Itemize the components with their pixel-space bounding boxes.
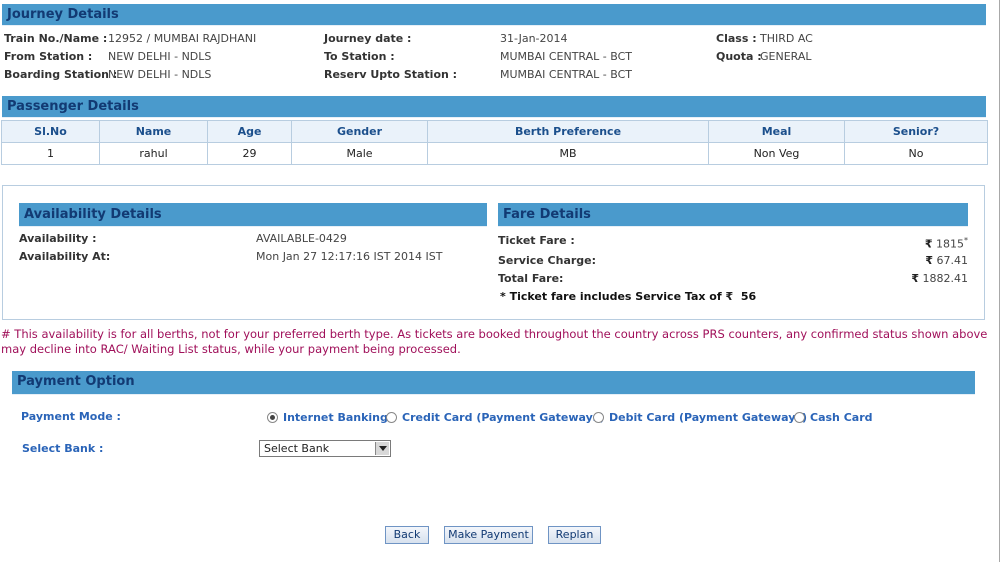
replan-button[interactable]: Replan — [548, 526, 601, 544]
service-tax-note: * Ticket fare includes Service Tax of ₹ … — [500, 290, 756, 303]
to-station-value: MUMBAI CENTRAL - BCT — [500, 50, 632, 63]
passenger-details-title: Passenger Details — [7, 99, 139, 114]
quota-value: GENERAL — [760, 50, 812, 63]
bank-select-value[interactable]: Select Bank — [264, 442, 329, 455]
passenger-details-header: Passenger Details — [2, 96, 986, 118]
cell-sl-no: 1 — [1, 142, 100, 165]
journey-details-title: Journey Details — [7, 7, 119, 22]
chevron-down-icon[interactable] — [375, 442, 389, 455]
col-meal: Meal — [708, 120, 845, 143]
ticket-fare-mark: * — [964, 236, 968, 245]
col-sl-no: Sl.No — [1, 120, 100, 143]
availability-at-label: Availability At: — [19, 250, 111, 263]
col-name: Name — [99, 120, 208, 143]
service-tax-value: 56 — [740, 290, 757, 303]
ticket-fare-amount: ₹ 1815* — [912, 236, 968, 251]
cell-gender: Male — [291, 142, 428, 165]
radio-internet-banking[interactable] — [267, 412, 278, 423]
availability-label: Availability : — [19, 232, 97, 245]
rupee-icon: ₹ — [924, 237, 933, 251]
option-credit-card-label[interactable]: Credit Card (Payment Gateways) — [402, 411, 604, 424]
reserv-upto-label: Reserv Upto Station : — [324, 68, 458, 81]
cell-meal: Non Veg — [708, 142, 845, 165]
back-button[interactable]: Back — [385, 526, 429, 544]
rupee-icon: ₹ — [925, 254, 933, 267]
payment-option-title: Payment Option — [17, 374, 135, 389]
col-gender: Gender — [291, 120, 428, 143]
cell-senior: No — [844, 142, 988, 165]
fare-details-title: Fare Details — [503, 207, 591, 222]
radio-credit-card[interactable] — [386, 412, 397, 423]
payment-option-internet-banking[interactable]: Internet Banking — [267, 411, 388, 424]
ticket-fare-label: Ticket Fare : — [498, 234, 575, 247]
journey-details-header: Journey Details — [2, 4, 986, 26]
passenger-table: Sl.No Name Age Gender Berth Preference M… — [1, 120, 988, 165]
service-charge-value: 67.41 — [936, 254, 969, 267]
availability-details-header: Availability Details — [19, 203, 487, 227]
boarding-station-label: Boarding Station : — [4, 68, 118, 81]
reserv-upto-value: MUMBAI CENTRAL - BCT — [500, 68, 632, 81]
boarding-station-value: NEW DELHI - NDLS — [108, 68, 212, 81]
service-tax-note-text: * Ticket fare includes Service Tax of — [500, 290, 722, 303]
availability-at-value: Mon Jan 27 12:17:16 IST 2014 IST — [256, 250, 443, 263]
payment-mode-label: Payment Mode : — [21, 410, 121, 423]
train-label: Train No./Name : — [4, 32, 108, 45]
availability-notice: # This availability is for all berths, n… — [1, 327, 988, 356]
passenger-table-header-row: Sl.No Name Age Gender Berth Preference M… — [1, 120, 988, 143]
service-charge-amount: ₹ 67.41 — [900, 254, 968, 267]
cell-age: 29 — [207, 142, 292, 165]
class-label: Class : — [716, 32, 757, 45]
train-value: 12952 / MUMBAI RAJDHANI — [108, 32, 257, 45]
payment-option-credit-card[interactable]: Credit Card (Payment Gateways) — [386, 411, 604, 424]
col-age: Age — [207, 120, 292, 143]
cell-name: rahul — [99, 142, 208, 165]
from-station-label: From Station : — [4, 50, 93, 63]
class-value: THIRD AC — [760, 32, 813, 45]
bank-select[interactable]: Select Bank — [259, 440, 391, 457]
option-internet-banking-label[interactable]: Internet Banking — [283, 411, 388, 424]
total-fare-label: Total Fare: — [498, 272, 564, 285]
availability-value: AVAILABLE-0429 — [256, 232, 347, 245]
cell-berth-preference: MB — [427, 142, 709, 165]
col-senior: Senior? — [844, 120, 988, 143]
service-charge-label: Service Charge: — [498, 254, 597, 267]
select-bank-label: Select Bank : — [22, 442, 104, 455]
payment-option-header: Payment Option — [12, 371, 975, 395]
quota-label: Quota : — [716, 50, 762, 63]
total-fare-value: 1882.41 — [922, 272, 969, 285]
radio-debit-card[interactable] — [593, 412, 604, 423]
option-debit-card-label[interactable]: Debit Card (Payment Gateways) — [609, 411, 807, 424]
radio-cash-card[interactable] — [794, 412, 805, 423]
to-station-label: To Station : — [324, 50, 395, 63]
col-berth-preference: Berth Preference — [427, 120, 709, 143]
ticket-fare-value: 1815 — [936, 237, 964, 251]
option-cash-card-label[interactable]: Cash Card — [810, 411, 873, 424]
rupee-icon: ₹ — [725, 290, 734, 303]
availability-details-title: Availability Details — [24, 207, 162, 222]
make-payment-button[interactable]: Make Payment — [444, 526, 533, 544]
payment-option-cash-card[interactable]: Cash Card — [794, 411, 873, 424]
from-station-value: NEW DELHI - NDLS — [108, 50, 212, 63]
journey-date-value: 31-Jan-2014 — [500, 32, 568, 45]
journey-date-label: Journey date : — [324, 32, 412, 45]
payment-option-debit-card[interactable]: Debit Card (Payment Gateways) — [593, 411, 807, 424]
page-right-border — [999, 0, 1000, 562]
table-row: 1 rahul 29 Male MB Non Veg No — [1, 142, 988, 165]
total-fare-amount: ₹ 1882.41 — [888, 272, 968, 285]
fare-details-header: Fare Details — [498, 203, 968, 227]
rupee-icon: ₹ — [911, 272, 919, 285]
